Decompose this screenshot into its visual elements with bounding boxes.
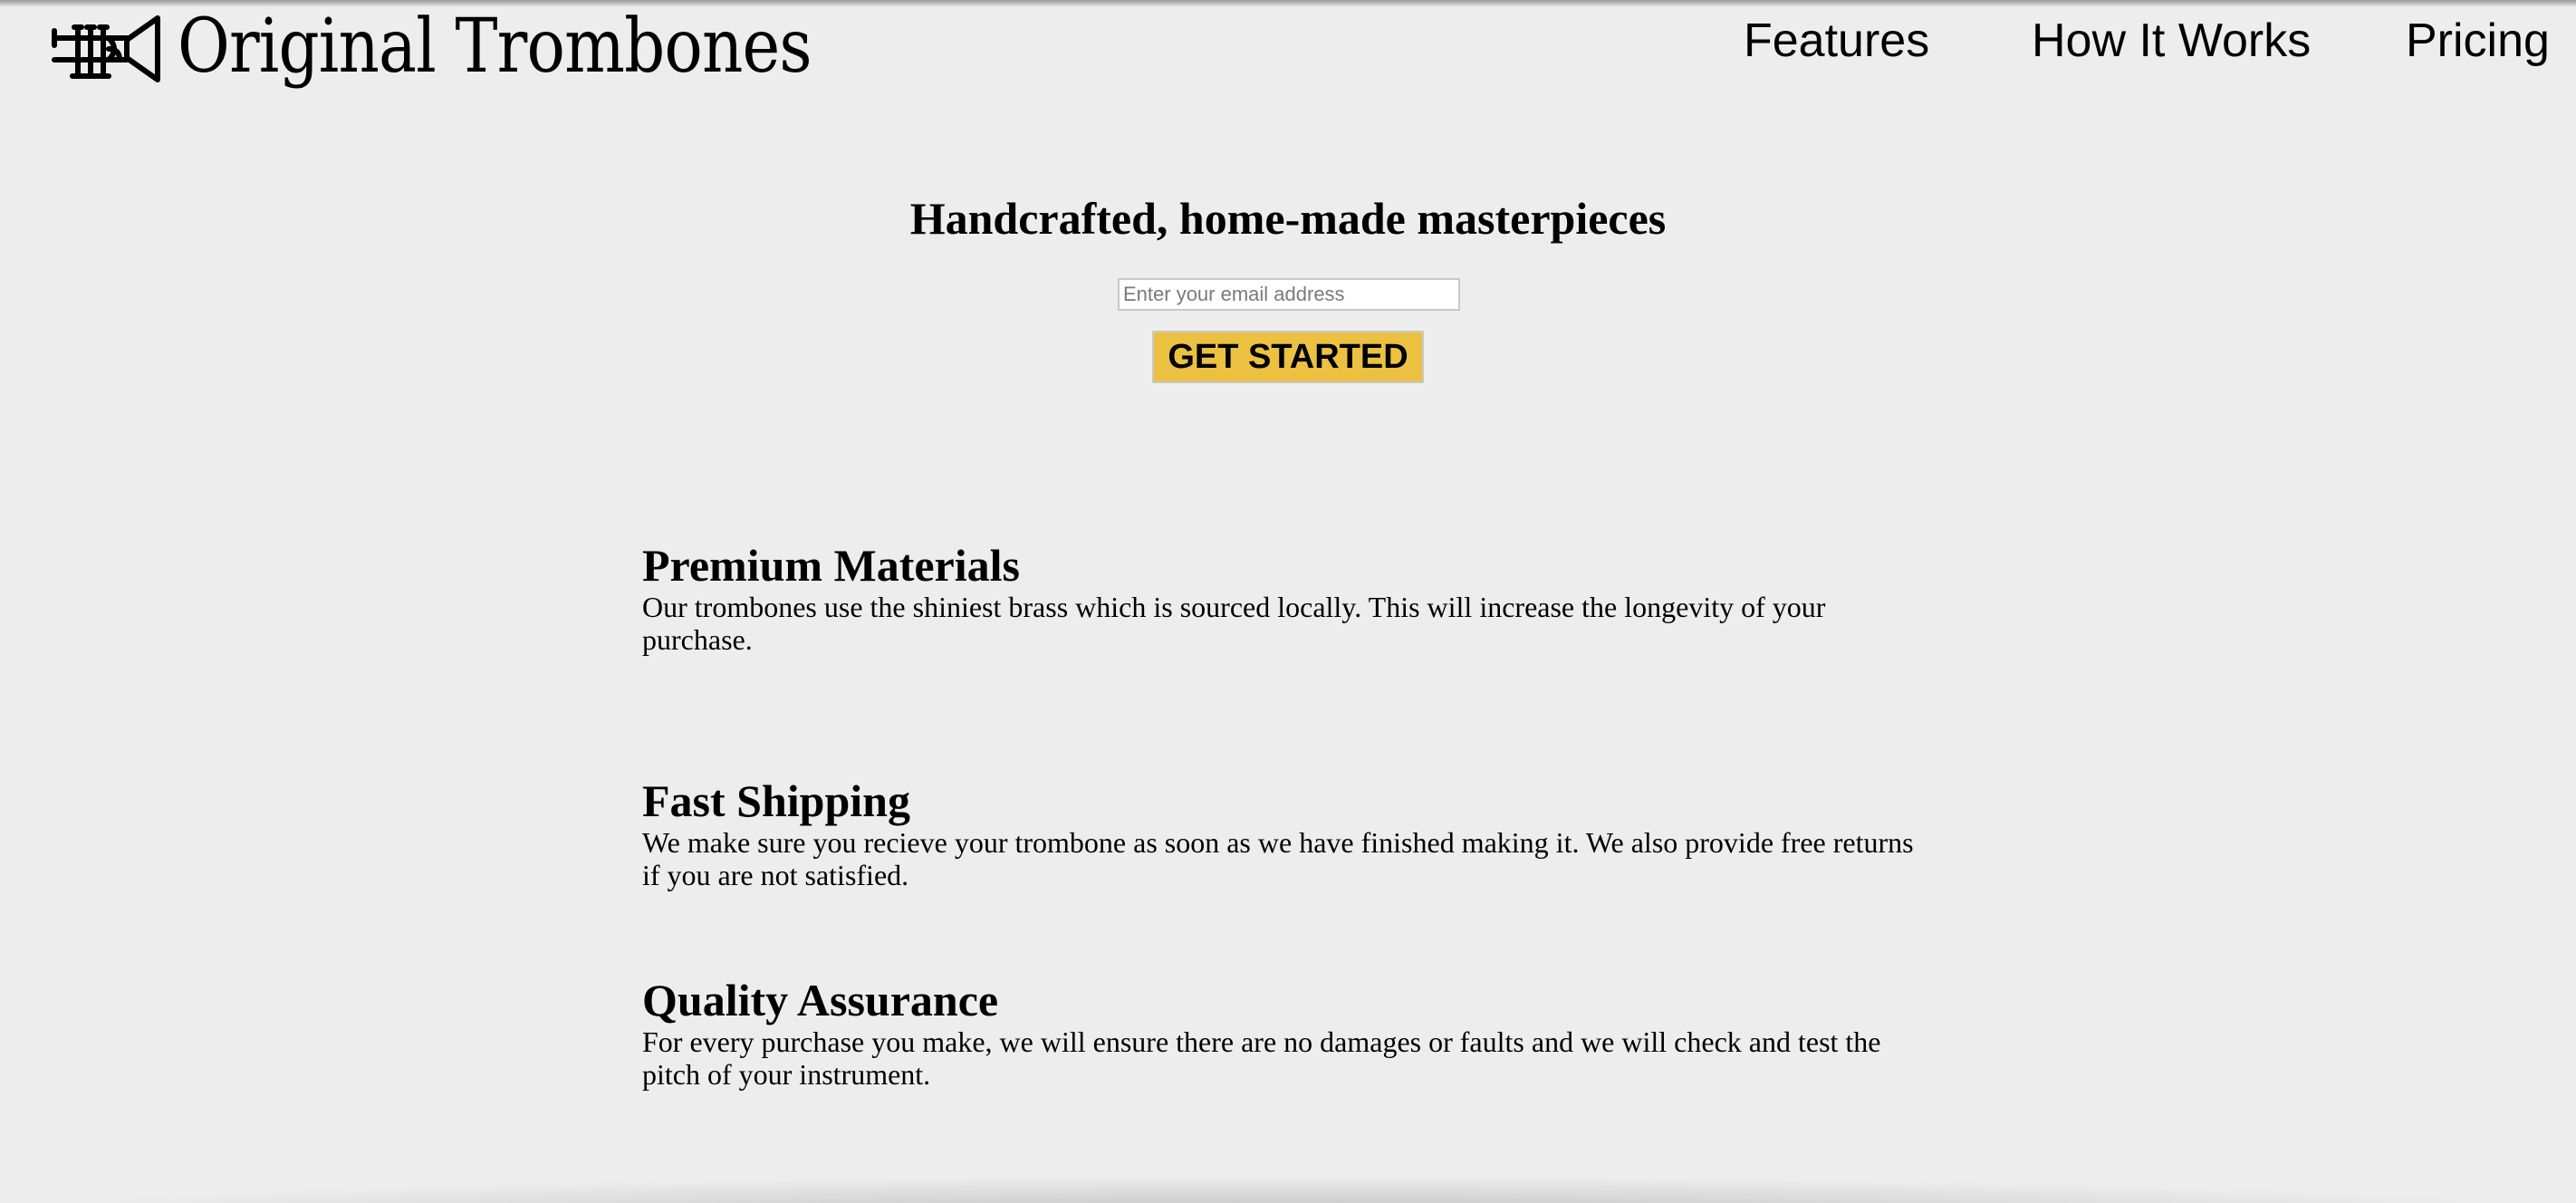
site-header: Original Trombones Features How It Works… (0, 0, 2576, 100)
feature-premium-materials: Premium Materials Our trombones use the … (642, 540, 1928, 656)
feature-title: Quality Assurance (642, 975, 999, 1025)
nav-link-how-it-works[interactable]: How It Works (2032, 9, 2311, 72)
feature-title: Fast Shipping (642, 775, 910, 826)
feature-text: We make sure you recieve your trombone a… (642, 826, 1914, 891)
feature-fast-shipping: Fast Shipping We make sure you recieve y… (642, 775, 1928, 891)
feature-title: Premium Materials (642, 540, 1020, 591)
email-input[interactable] (1118, 278, 1460, 311)
get-started-button[interactable]: GET STARTED (1152, 331, 1424, 383)
hero-title: Handcrafted, home-made masterpieces (909, 193, 1667, 244)
feature-text: For every purchase you make, we will ens… (642, 1025, 1881, 1091)
brand-name: Original Trombones (178, 4, 812, 90)
feature-quality-assurance: Quality Assurance For every purchase you… (642, 975, 1928, 1091)
nav-link-features[interactable]: Features (1744, 9, 1929, 72)
nav-link-pricing[interactable]: Pricing (2406, 9, 2550, 72)
bottom-shadow (0, 1176, 2576, 1203)
feature-text: Our trombones use the shiniest brass whi… (642, 591, 1826, 656)
trombone-icon (52, 15, 160, 82)
